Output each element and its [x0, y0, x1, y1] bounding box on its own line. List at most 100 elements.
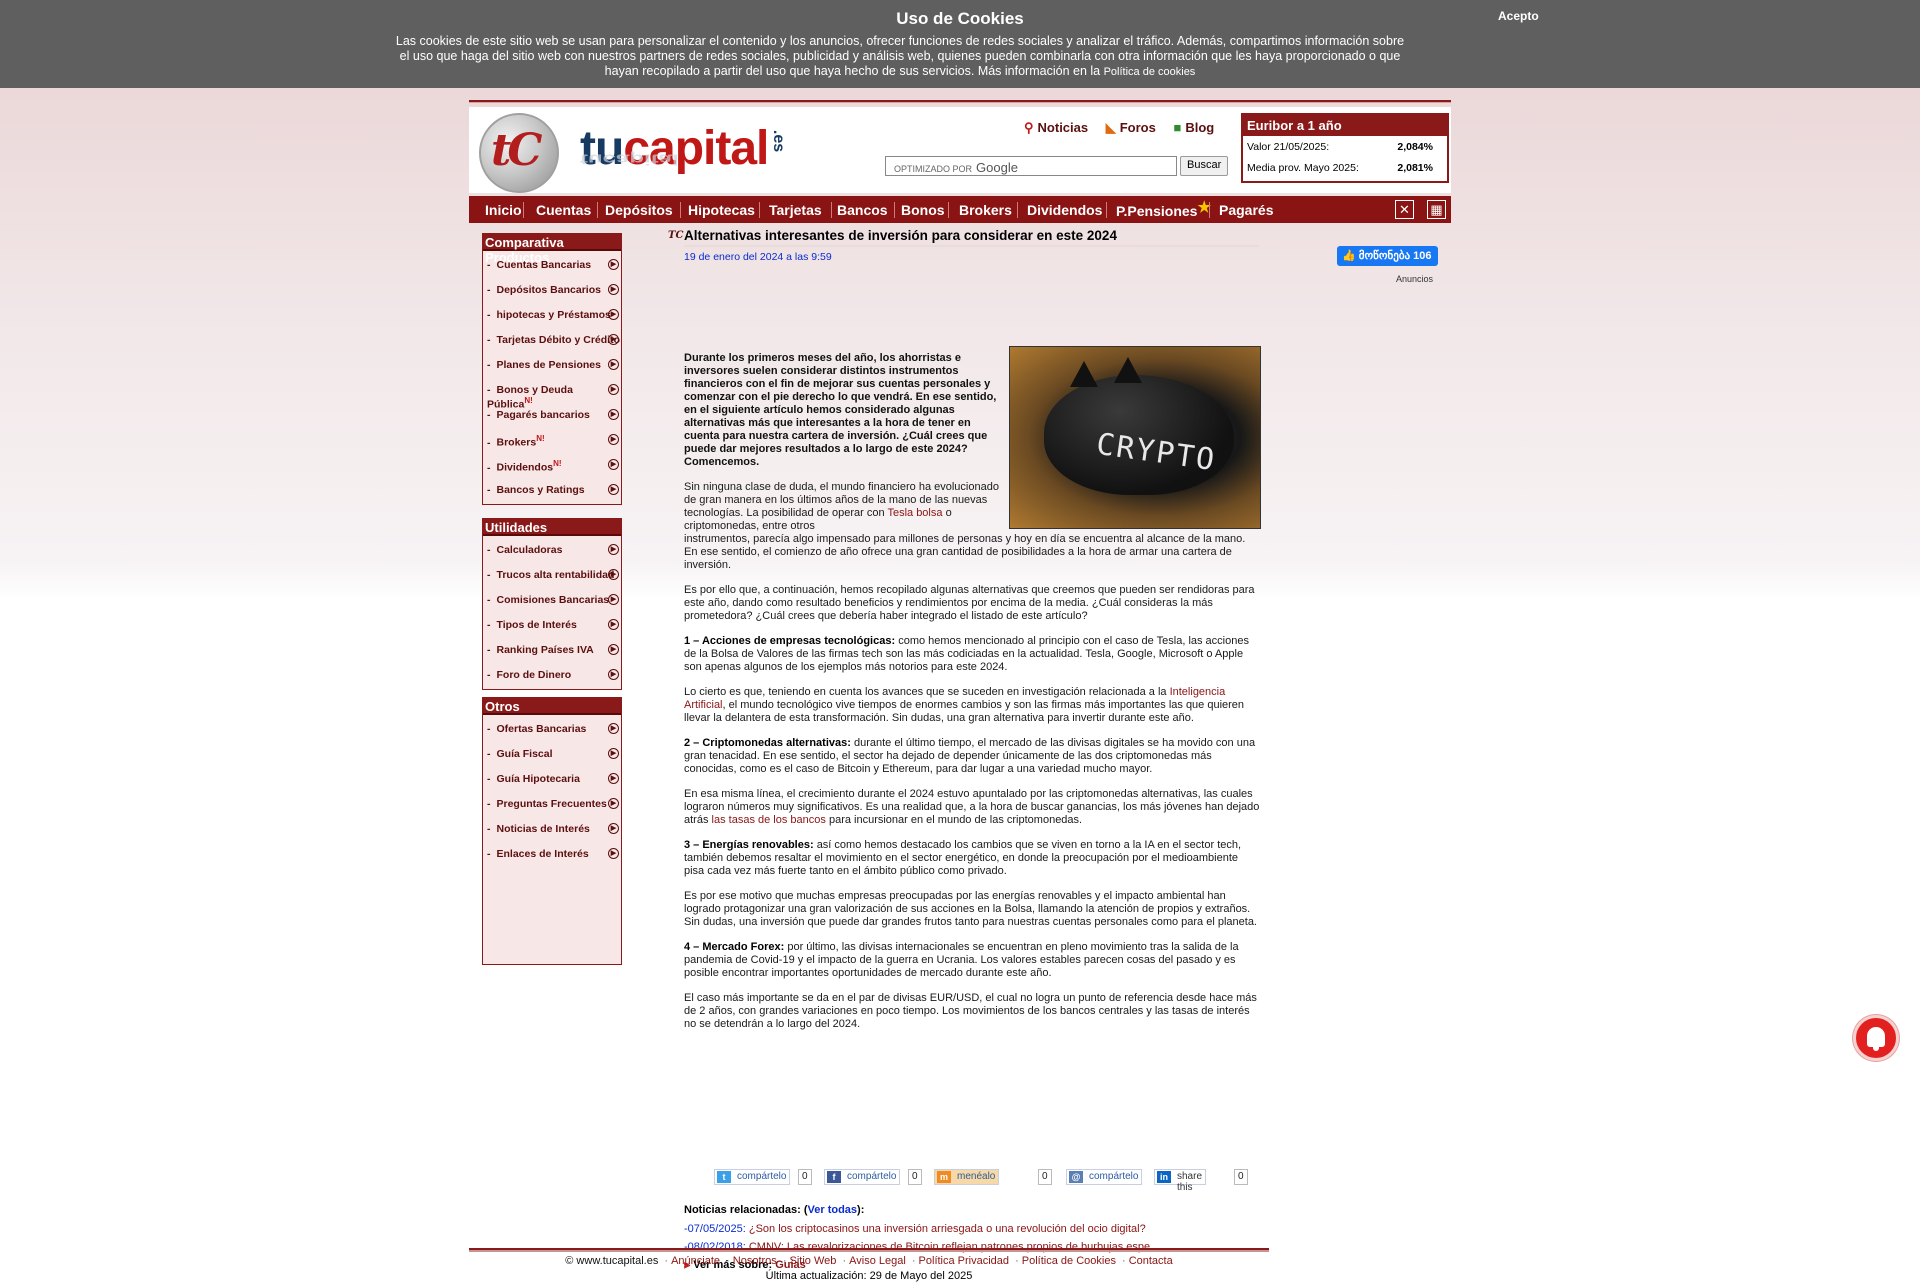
- share-label: compártelo: [737, 1171, 787, 1182]
- share-count: 0: [1234, 1169, 1248, 1185]
- article-paragraph: instrumentos, parecía algo impensado par…: [684, 533, 1246, 571]
- euribor-row-label: Valor 21/05/2025:: [1247, 141, 1330, 153]
- cookie-text: Las cookies de este sitio web se usan pa…: [390, 34, 1410, 80]
- sidebar-others-title: Otros: [483, 698, 621, 715]
- footer-link-cookies[interactable]: Política de Cookies: [1022, 1255, 1116, 1267]
- pig-ear: [1070, 361, 1098, 387]
- nav-bonos[interactable]: Bonos: [901, 202, 945, 218]
- arrow-right-icon: ▶: [608, 723, 619, 734]
- paragraph-text: para incursionar en el mundo de las crip…: [828, 814, 1083, 826]
- nav-depositos[interactable]: Depósitos: [605, 202, 673, 218]
- sidebar-item-preguntas[interactable]: - Preguntas Frecuentes ▶: [483, 790, 621, 815]
- footer-link-sitio-web[interactable]: Sitio Web: [790, 1255, 837, 1267]
- section-heading: 4 – Mercado Forex:: [684, 941, 785, 953]
- sidebar-item-comisiones[interactable]: - Comisiones Bancarias ▶: [483, 586, 621, 611]
- sidebar-item-calculadoras[interactable]: - Calculadoras ▶: [483, 536, 621, 561]
- sidebar-item-bonos[interactable]: - Bonos y Deuda PúblicaN! ▶: [483, 376, 621, 411]
- arrow-right-icon: ▶: [608, 359, 619, 370]
- search-input[interactable]: OPTIMIZADO POR Google: [885, 156, 1177, 176]
- euribor-widget: Euribor a 1 año Valor 21/05/2025: 2,084% …: [1241, 113, 1449, 183]
- sidebar-item-bancos-ratings[interactable]: - Bancos y Ratings ▶: [483, 476, 621, 501]
- nav-brokers[interactable]: Brokers: [959, 202, 1012, 218]
- sidebar-item-trucos[interactable]: - Trucos alta rentabilidad ▶: [483, 561, 621, 586]
- logo-capital: capital: [623, 122, 769, 175]
- logo-reflect-capital: capital: [602, 150, 679, 167]
- sidebar-item-depositos[interactable]: - Depósitos Bancarios ▶: [483, 276, 621, 301]
- sidebar-item-label: Foro de Dinero: [496, 669, 572, 681]
- euribor-row-label: Media prov. Mayo 2025:: [1247, 162, 1359, 174]
- nav-separator: [948, 202, 949, 218]
- tesla-bolsa-link[interactable]: Tesla bolsa: [887, 507, 942, 519]
- nav-separator: [894, 202, 895, 218]
- article-lead: Durante los primeros meses del año, los …: [684, 352, 997, 468]
- nav-pensiones[interactable]: P.Pensiones★: [1116, 199, 1211, 220]
- sidebar-item-pensiones[interactable]: - Planes de Pensiones ▶: [483, 351, 621, 376]
- sidebar-item-brokers[interactable]: - BrokersN! ▶: [483, 426, 621, 451]
- cookie-text-body: Las cookies de este sitio web se usan pa…: [395, 34, 1405, 78]
- calculator-icon[interactable]: ▦: [1427, 200, 1446, 219]
- sidebar-products: Comparativa Productos - Cuentas Bancarias…: [482, 233, 622, 505]
- share-generic-button[interactable]: @ compártelo: [1066, 1169, 1143, 1185]
- copyright: © www.tucapital.es: [565, 1255, 659, 1267]
- sidebar-item-dividendos[interactable]: - DividendosN! ▶: [483, 451, 621, 476]
- footer-link-nosotros[interactable]: Nosotros: [733, 1255, 777, 1267]
- footer-link-privacidad[interactable]: Política Privacidad: [919, 1255, 1010, 1267]
- arrow-right-icon: ▶: [608, 669, 619, 680]
- euribor-row-value: 2,081%: [1397, 162, 1433, 174]
- euribor-title[interactable]: Euribor a 1 año: [1243, 115, 1447, 136]
- logo-mark-text: tC: [491, 125, 542, 176]
- tasas-bancos-link[interactable]: las tasas de los bancos: [712, 814, 826, 826]
- sidebar-item-guia-hipotecaria[interactable]: - Guía Hipotecaria ▶: [483, 765, 621, 790]
- nav-tarjetas[interactable]: Tarjetas: [769, 202, 822, 218]
- sidebar-item-foro[interactable]: - Foro de Dinero ▶: [483, 661, 621, 686]
- logo-mark[interactable]: tC: [479, 113, 559, 193]
- share-twitter-button[interactable]: t compártelo: [714, 1169, 791, 1185]
- footer-link-aviso-legal[interactable]: Aviso Legal: [849, 1255, 906, 1267]
- sidebar-item-label: Planes de Pensiones: [496, 359, 601, 371]
- share-facebook-button[interactable]: f compártelo: [824, 1169, 901, 1185]
- sidebar-item-label: Cuentas Bancarias: [496, 259, 592, 271]
- related-link[interactable]: ¿Son los criptocasinos una inversión arr…: [749, 1223, 1146, 1235]
- sidebar-item-tipos[interactable]: - Tipos de Interés ▶: [483, 611, 621, 636]
- nav-pagares[interactable]: Pagarés: [1219, 202, 1273, 218]
- share-meneame-button[interactable]: m menéalo: [934, 1169, 1000, 1185]
- sidebar-item-label: Tipos de Interés: [496, 619, 577, 631]
- accept-cookies-button[interactable]: Acepto: [1498, 9, 1539, 23]
- sidebar-item-tarjetas[interactable]: - Tarjetas Débito y Crédito ▶: [483, 326, 621, 351]
- foros-link[interactable]: ◣ Foros: [1106, 120, 1156, 135]
- sidebar-item-noticias-interes[interactable]: - Noticias de Interés ▶: [483, 815, 621, 840]
- footer-link-contacta[interactable]: Contacta: [1129, 1255, 1173, 1267]
- footer-link-anunciate[interactable]: Anúnciate: [671, 1255, 720, 1267]
- sidebar-item-ranking-iva[interactable]: - Ranking Países IVA ▶: [483, 636, 621, 661]
- nav-hipotecas[interactable]: Hipotecas: [688, 202, 755, 218]
- related-title: Noticias relacionadas: (Ver todas):: [684, 1204, 865, 1216]
- nav-separator: [759, 202, 760, 218]
- paragraph-text: Sin ninguna clase de duda, el mundo fina…: [684, 481, 999, 519]
- blog-link[interactable]: ■ Blog: [1173, 120, 1214, 135]
- see-all-link[interactable]: Ver todas: [808, 1204, 858, 1216]
- share-linkedin-button[interactable]: in share this: [1154, 1169, 1207, 1193]
- share-label: menéalo: [957, 1171, 996, 1182]
- noticias-link[interactable]: ⚲ Noticias: [1024, 120, 1088, 135]
- sidebar-item-guia-fiscal[interactable]: - Guía Fiscal ▶: [483, 740, 621, 765]
- sidebar-item-cuentas[interactable]: - Cuentas Bancarias ▶: [483, 251, 621, 276]
- facebook-like-button[interactable]: 👍 მოწონება 106: [1337, 246, 1438, 266]
- sidebar-item-label: Depósitos Bancarios: [496, 284, 601, 296]
- sidebar-item-ofertas[interactable]: - Ofertas Bancarias ▶: [483, 715, 621, 740]
- logo-wordmark[interactable]: tucapital: [580, 121, 769, 176]
- nav-bancos[interactable]: Bancos: [837, 202, 888, 218]
- article-paragraph: El caso más importante se da en el par d…: [684, 992, 1257, 1030]
- sidebar-item-pagares[interactable]: - Pagarés bancarios ▶: [483, 401, 621, 426]
- nav-cuentas[interactable]: Cuentas: [536, 202, 591, 218]
- sidebar-item-enlaces[interactable]: - Enlaces de Interés ▶: [483, 840, 621, 865]
- nav-dividendos[interactable]: Dividendos: [1027, 202, 1102, 218]
- cookie-policy-link[interactable]: Política de cookies: [1104, 66, 1196, 78]
- tools-icon[interactable]: ✕: [1395, 200, 1414, 219]
- nav-inicio[interactable]: Inicio: [485, 202, 522, 218]
- related-date: -07/05/2025:: [684, 1223, 746, 1235]
- sidebar-item-label: Calculadoras: [496, 544, 563, 556]
- search-button[interactable]: Buscar: [1180, 156, 1229, 176]
- sidebar-item-label: Noticias de Interés: [496, 823, 590, 835]
- notification-bell-button[interactable]: [1853, 1015, 1899, 1061]
- sidebar-item-hipotecas[interactable]: - hipotecas y Préstamos ▶: [483, 301, 621, 326]
